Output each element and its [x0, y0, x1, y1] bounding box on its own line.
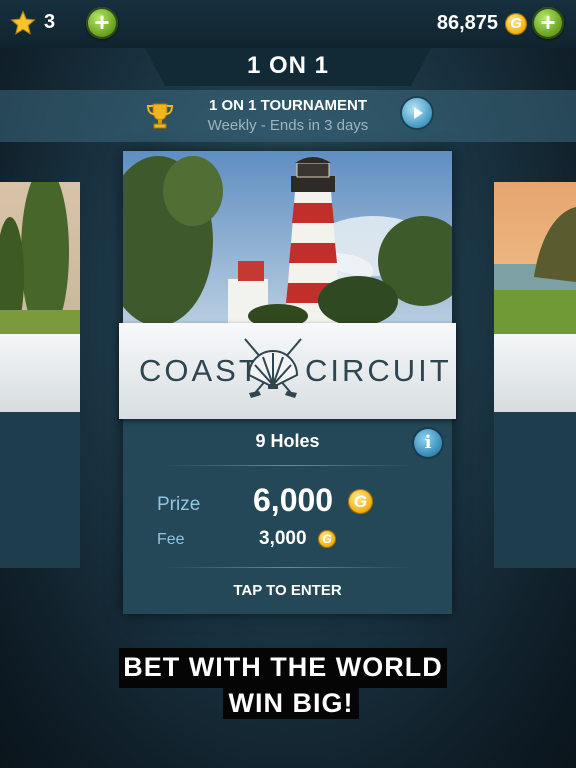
divider: [163, 465, 413, 466]
add-coins-button[interactable]: +: [532, 7, 564, 39]
course-photo: [123, 151, 452, 323]
prize-value: 6,000: [253, 482, 334, 518]
tap-to-enter-button[interactable]: TAP TO ENTER: [123, 582, 452, 599]
fee-coin-icon: G: [318, 530, 336, 548]
prize-label: Prize: [157, 494, 201, 515]
add-stars-button[interactable]: +: [86, 7, 118, 39]
course-photo-next: [494, 182, 576, 334]
info-button[interactable]: i: [414, 429, 442, 457]
holes-count: 9 Holes: [255, 431, 320, 451]
course-name-plate: COAST CIRCUIT: [119, 323, 456, 419]
course-card-previous[interactable]: [0, 182, 80, 568]
course-photo-previous: [0, 182, 80, 334]
tournament-subtitle: Weekly - Ends in 3 days: [207, 117, 369, 134]
promo-line2: WIN BIG!: [228, 688, 354, 718]
page-title: 1 ON 1: [246, 52, 330, 79]
tournament-title: 1 ON 1 TOURNAMENT: [208, 97, 368, 114]
fee-value: 3,000: [259, 528, 307, 549]
star-icon: [10, 10, 36, 35]
course-card-next[interactable]: [494, 182, 576, 568]
coin-balance: 86,875: [436, 12, 498, 34]
divider: [163, 567, 413, 568]
fee-label: Fee: [157, 531, 185, 548]
course-plate-previous: [0, 334, 80, 412]
course-card[interactable]: COAST CIRCUIT 9 Holes i Prize 6,000 G Fe…: [119, 151, 456, 614]
tournament-play-button[interactable]: [402, 98, 432, 128]
course-name-right: CIRCUIT: [305, 353, 452, 388]
stars-count: 3: [44, 11, 56, 33]
scallop-shell-clubs-icon: [244, 338, 302, 398]
course-plate-next: [494, 334, 576, 412]
coin-icon: G: [505, 13, 527, 35]
promo-line1: BET WITH THE WORLD: [123, 652, 443, 682]
prize-coin-icon: G: [348, 489, 373, 514]
